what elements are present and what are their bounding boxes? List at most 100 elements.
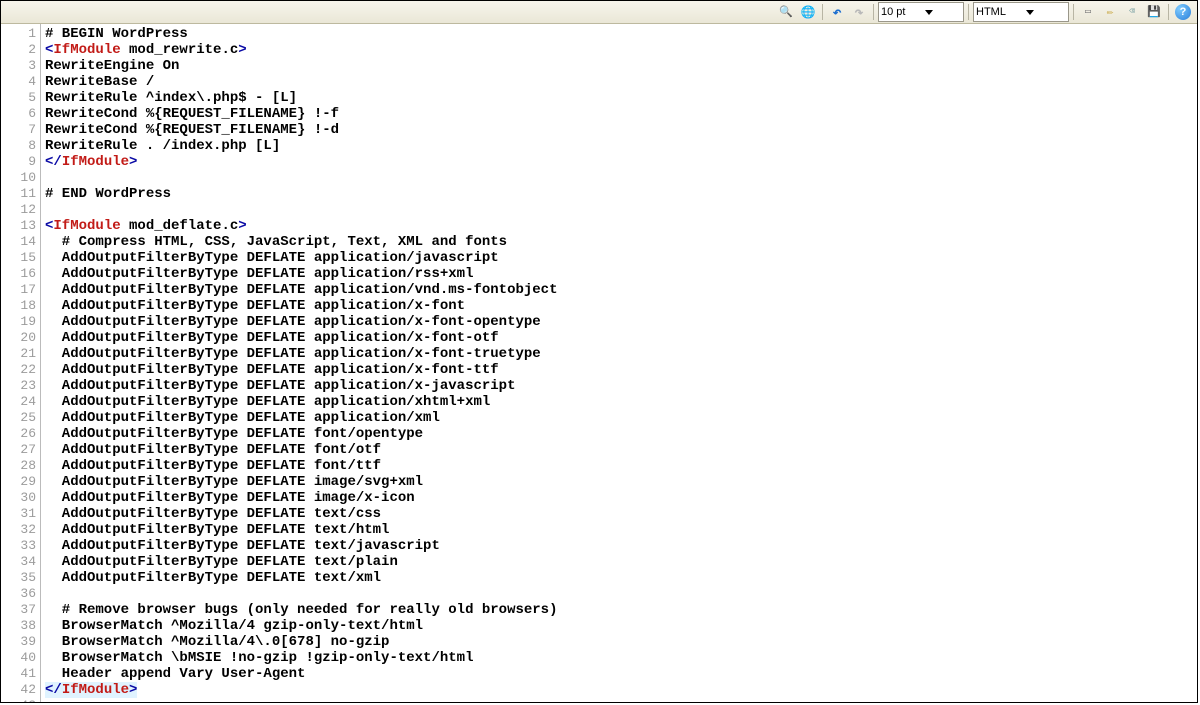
code-line[interactable]: <IfModule mod_deflate.c> bbox=[45, 218, 1197, 234]
code-line[interactable]: BrowserMatch \bMSIE !no-gzip !gzip-only-… bbox=[45, 650, 1197, 666]
code-line[interactable]: <IfModule mod_rewrite.c> bbox=[45, 42, 1197, 58]
code-line[interactable]: RewriteRule ^index\.php$ - [L] bbox=[45, 90, 1197, 106]
code-line[interactable]: AddOutputFilterByType DEFLATE font/ttf bbox=[45, 458, 1197, 474]
line-number-gutter: 1234567891011121314151617181920212223242… bbox=[1, 24, 41, 702]
code-line[interactable]: AddOutputFilterByType DEFLATE applicatio… bbox=[45, 330, 1197, 346]
eraser-icon[interactable] bbox=[1122, 3, 1142, 21]
code-line[interactable]: AddOutputFilterByType DEFLATE text/css bbox=[45, 506, 1197, 522]
line-number: 41 bbox=[1, 666, 36, 682]
code-line[interactable]: BrowserMatch ^Mozilla/4\.0[678] no-gzip bbox=[45, 634, 1197, 650]
language-value: HTML bbox=[976, 6, 1006, 18]
line-number: 24 bbox=[1, 394, 36, 410]
code-line[interactable]: BrowserMatch ^Mozilla/4 gzip-only-text/h… bbox=[45, 618, 1197, 634]
undo-icon[interactable] bbox=[827, 3, 847, 21]
line-number: 34 bbox=[1, 554, 36, 570]
font-size-value: 10 pt bbox=[881, 6, 905, 18]
code-line[interactable]: Header append Vary User-Agent bbox=[45, 666, 1197, 682]
code-line[interactable]: RewriteBase / bbox=[45, 74, 1197, 90]
redo-icon[interactable] bbox=[849, 3, 869, 21]
line-number: 26 bbox=[1, 426, 36, 442]
code-line[interactable]: # END WordPress bbox=[45, 186, 1197, 202]
code-line[interactable]: AddOutputFilterByType DEFLATE text/xml bbox=[45, 570, 1197, 586]
code-line[interactable]: AddOutputFilterByType DEFLATE text/plain bbox=[45, 554, 1197, 570]
code-line[interactable]: AddOutputFilterByType DEFLATE applicatio… bbox=[45, 298, 1197, 314]
code-line[interactable]: AddOutputFilterByType DEFLATE applicatio… bbox=[45, 378, 1197, 394]
separator bbox=[1073, 4, 1074, 20]
code-line[interactable] bbox=[45, 170, 1197, 186]
line-number: 3 bbox=[1, 58, 36, 74]
code-line[interactable]: AddOutputFilterByType DEFLATE applicatio… bbox=[45, 410, 1197, 426]
line-number: 25 bbox=[1, 410, 36, 426]
help-button[interactable]: ? bbox=[1173, 3, 1193, 21]
code-line[interactable]: AddOutputFilterByType DEFLATE applicatio… bbox=[45, 282, 1197, 298]
code-line[interactable]: </IfModule> bbox=[45, 154, 1197, 170]
highlight-icon[interactable] bbox=[1078, 3, 1098, 21]
code-pane[interactable]: # BEGIN WordPress<IfModule mod_rewrite.c… bbox=[41, 24, 1197, 702]
line-number: 12 bbox=[1, 202, 36, 218]
line-number: 15 bbox=[1, 250, 36, 266]
separator bbox=[822, 4, 823, 20]
code-line[interactable]: AddOutputFilterByType DEFLATE font/opent… bbox=[45, 426, 1197, 442]
globe-icon[interactable] bbox=[798, 3, 818, 21]
code-line[interactable]: AddOutputFilterByType DEFLATE image/x-ic… bbox=[45, 490, 1197, 506]
line-number: 39 bbox=[1, 634, 36, 650]
code-line[interactable]: # Compress HTML, CSS, JavaScript, Text, … bbox=[45, 234, 1197, 250]
find-icon[interactable] bbox=[776, 3, 796, 21]
marker-icon[interactable] bbox=[1100, 3, 1120, 21]
line-number: 18 bbox=[1, 298, 36, 314]
language-select[interactable]: HTML bbox=[973, 2, 1069, 22]
line-number: 17 bbox=[1, 282, 36, 298]
code-line[interactable]: AddOutputFilterByType DEFLATE font/otf bbox=[45, 442, 1197, 458]
toolbar: 10 pt HTML ? bbox=[1, 1, 1197, 24]
save-icon[interactable] bbox=[1144, 3, 1164, 21]
code-line[interactable]: # Remove browser bugs (only needed for r… bbox=[45, 602, 1197, 618]
code-line[interactable] bbox=[45, 586, 1197, 602]
line-number: 29 bbox=[1, 474, 36, 490]
line-number: 21 bbox=[1, 346, 36, 362]
editor-window: 10 pt HTML ? 123456789101112131415161718… bbox=[0, 0, 1198, 703]
line-number: 7 bbox=[1, 122, 36, 138]
separator bbox=[1168, 4, 1169, 20]
line-number: 38 bbox=[1, 618, 36, 634]
chevron-down-icon bbox=[1026, 10, 1034, 15]
code-line[interactable]: AddOutputFilterByType DEFLATE image/svg+… bbox=[45, 474, 1197, 490]
line-number: 11 bbox=[1, 186, 36, 202]
code-line[interactable] bbox=[45, 202, 1197, 218]
line-number: 16 bbox=[1, 266, 36, 282]
line-number: 13 bbox=[1, 218, 36, 234]
line-number: 8 bbox=[1, 138, 36, 154]
code-line[interactable]: </IfModule> bbox=[45, 682, 137, 698]
line-number: 2 bbox=[1, 42, 36, 58]
code-line[interactable]: AddOutputFilterByType DEFLATE applicatio… bbox=[45, 250, 1197, 266]
line-number: 20 bbox=[1, 330, 36, 346]
line-number: 10 bbox=[1, 170, 36, 186]
code-line[interactable]: # BEGIN WordPress bbox=[45, 26, 1197, 42]
code-line[interactable]: RewriteCond %{REQUEST_FILENAME} !-d bbox=[45, 122, 1197, 138]
line-number: 19 bbox=[1, 314, 36, 330]
code-line[interactable]: AddOutputFilterByType DEFLATE applicatio… bbox=[45, 394, 1197, 410]
code-line[interactable]: RewriteEngine On bbox=[45, 58, 1197, 74]
chevron-down-icon bbox=[925, 10, 933, 15]
line-number: 28 bbox=[1, 458, 36, 474]
line-number: 1 bbox=[1, 26, 36, 42]
line-number: 23 bbox=[1, 378, 36, 394]
code-line[interactable] bbox=[45, 698, 1197, 702]
editor-area: 1234567891011121314151617181920212223242… bbox=[1, 24, 1197, 702]
line-number: 40 bbox=[1, 650, 36, 666]
line-number: 35 bbox=[1, 570, 36, 586]
line-number: 37 bbox=[1, 602, 36, 618]
line-number: 32 bbox=[1, 522, 36, 538]
line-number: 22 bbox=[1, 362, 36, 378]
code-line[interactable]: AddOutputFilterByType DEFLATE applicatio… bbox=[45, 314, 1197, 330]
code-line[interactable]: AddOutputFilterByType DEFLATE text/javas… bbox=[45, 538, 1197, 554]
line-number: 9 bbox=[1, 154, 36, 170]
font-size-select[interactable]: 10 pt bbox=[878, 2, 964, 22]
code-line[interactable]: AddOutputFilterByType DEFLATE text/html bbox=[45, 522, 1197, 538]
code-line[interactable]: AddOutputFilterByType DEFLATE applicatio… bbox=[45, 266, 1197, 282]
code-line[interactable]: AddOutputFilterByType DEFLATE applicatio… bbox=[45, 362, 1197, 378]
code-line[interactable]: AddOutputFilterByType DEFLATE applicatio… bbox=[45, 346, 1197, 362]
code-line[interactable]: RewriteCond %{REQUEST_FILENAME} !-f bbox=[45, 106, 1197, 122]
separator bbox=[968, 4, 969, 20]
code-line[interactable]: RewriteRule . /index.php [L] bbox=[45, 138, 1197, 154]
line-number: 30 bbox=[1, 490, 36, 506]
